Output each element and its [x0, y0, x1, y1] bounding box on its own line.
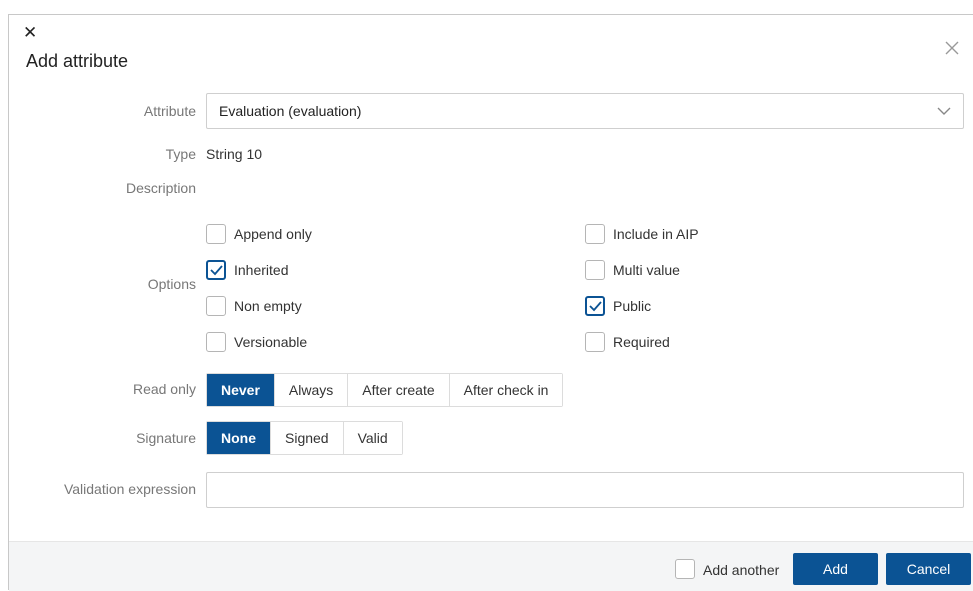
check-icon — [210, 265, 223, 276]
close-icon[interactable]: ✕ — [23, 24, 37, 41]
read-only-after-create[interactable]: After create — [348, 374, 450, 406]
chevron-down-icon — [937, 107, 951, 115]
checkbox[interactable] — [675, 559, 695, 579]
validation-expression-label: Validation expression — [63, 481, 196, 497]
signature-none[interactable]: None — [207, 422, 271, 454]
option-label: Public — [613, 298, 652, 314]
read-only-label: Read only — [132, 381, 196, 397]
read-only-after-check-in[interactable]: After check in — [449, 374, 563, 406]
check-icon — [589, 301, 602, 312]
cancel-button[interactable]: Cancel — [886, 553, 971, 585]
checkbox[interactable] — [585, 296, 605, 316]
checkbox[interactable] — [585, 260, 605, 280]
dialog-title: Add attribute — [26, 51, 129, 71]
attribute-select-value: Evaluation (evaluation) — [219, 103, 362, 119]
attribute-label: Attribute — [143, 103, 196, 119]
signature-valid[interactable]: Valid — [343, 422, 402, 454]
option-label: Versionable — [234, 334, 308, 350]
add-another-label: Add another — [703, 562, 780, 578]
checkbox[interactable] — [206, 296, 226, 316]
checkbox[interactable] — [206, 332, 226, 352]
read-only-always[interactable]: Always — [274, 374, 349, 406]
add-button[interactable]: Add — [793, 553, 878, 585]
options-label: Options — [147, 276, 196, 292]
option-label: Required — [613, 334, 670, 350]
add-attribute-dialog: ✕ Add attribute Attribute Evaluation (ev… — [8, 14, 973, 591]
checkbox[interactable] — [585, 224, 605, 244]
signature-segmented: None Signed Valid — [206, 421, 403, 455]
validation-expression-input[interactable] — [206, 472, 964, 508]
option-label: Append only — [234, 226, 312, 242]
attribute-select[interactable]: Evaluation (evaluation) — [206, 93, 964, 129]
checkbox[interactable] — [585, 332, 605, 352]
option-label: Inherited — [234, 262, 289, 278]
checkbox[interactable] — [206, 260, 226, 280]
read-only-never[interactable]: Never — [207, 374, 275, 406]
option-label: Non empty — [234, 298, 302, 314]
read-only-segmented: Never Always After create After check in — [206, 373, 564, 407]
signature-label: Signature — [136, 430, 196, 446]
option-label: Multi value — [613, 262, 680, 278]
option-label: Include in AIP — [613, 226, 699, 242]
signature-signed[interactable]: Signed — [271, 422, 344, 454]
checkbox[interactable] — [206, 224, 226, 244]
description-label: Description — [125, 180, 196, 196]
type-value: String 10 — [206, 146, 263, 162]
dialog-footer: Add another Add Cancel — [9, 541, 973, 591]
close-icon[interactable] — [945, 41, 959, 55]
type-label: Type — [165, 146, 196, 162]
